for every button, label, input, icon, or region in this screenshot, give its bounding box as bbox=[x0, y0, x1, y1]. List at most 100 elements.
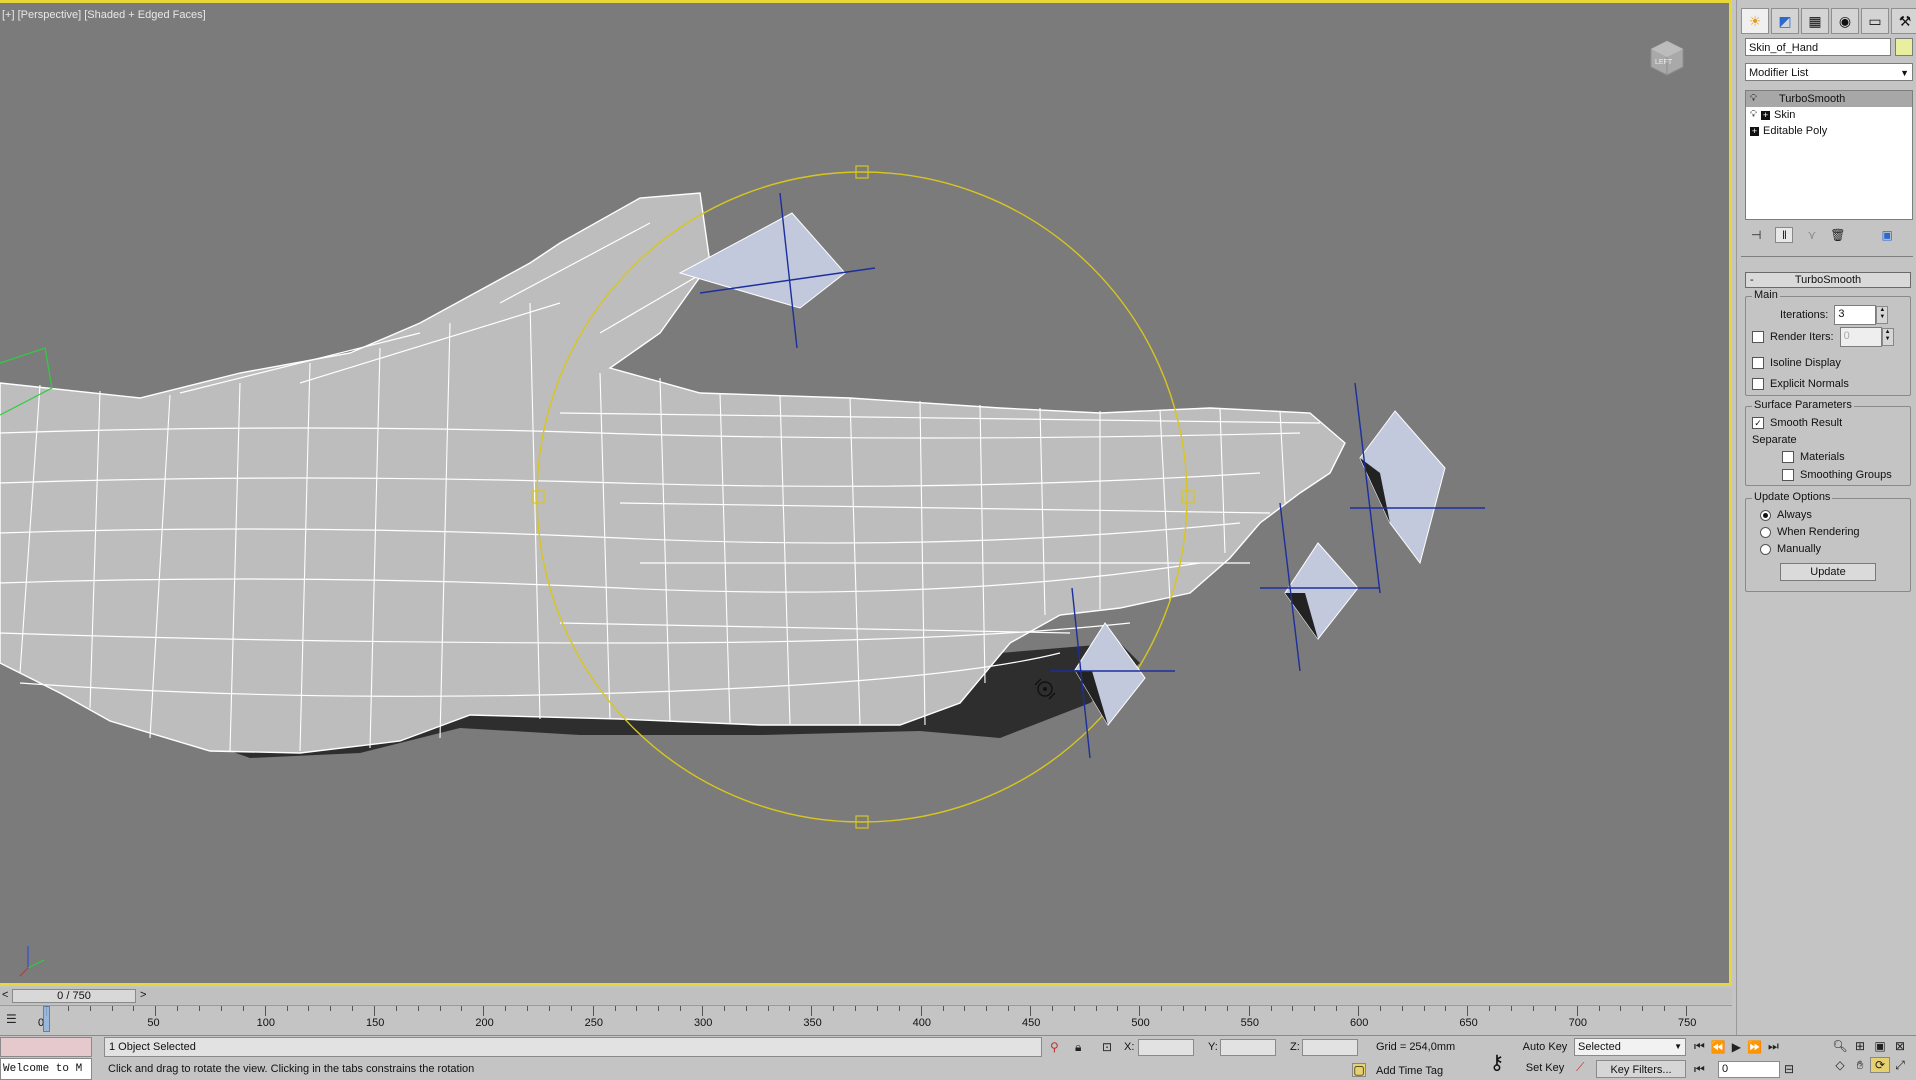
time-prev-button[interactable]: < bbox=[2, 989, 8, 1001]
minor-tick bbox=[330, 1006, 332, 1011]
add-time-tag-button[interactable]: Add Time Tag bbox=[1376, 1063, 1443, 1079]
x-coordinate-field[interactable] bbox=[1138, 1039, 1194, 1056]
modifier-stack[interactable]: 💡︎ TurboSmooth 💡︎ + Skin + Editable Poly bbox=[1745, 90, 1913, 220]
hierarchy-tab-icon[interactable]: ▦ bbox=[1801, 8, 1829, 34]
auto-key-button[interactable]: Auto Key bbox=[1520, 1038, 1570, 1057]
stack-item-turbosmooth[interactable]: 💡︎ TurboSmooth bbox=[1746, 91, 1912, 107]
maxscript-listener-input[interactable]: Welcome to M bbox=[0, 1058, 92, 1080]
smooth-result-checkbox[interactable]: ✓ bbox=[1752, 417, 1764, 429]
timeline-tick-label: 550 bbox=[1240, 1017, 1260, 1029]
expand-plus-icon[interactable]: + bbox=[1750, 126, 1759, 136]
make-unique-icon[interactable]: ⋎ bbox=[1807, 228, 1816, 242]
utilities-tab-icon[interactable]: ⚒ bbox=[1891, 8, 1916, 34]
modifier-list-dropdown[interactable]: Modifier List ▼ bbox=[1745, 63, 1913, 81]
command-panel-tabs: ☀ ◩ ▦ ◉ ▭ ⚒ bbox=[1741, 8, 1916, 34]
render-iters-checkbox[interactable] bbox=[1752, 331, 1764, 343]
render-iters-spinner-arrows[interactable]: ▲ ▼ bbox=[1881, 328, 1894, 346]
update-button[interactable]: Update bbox=[1780, 563, 1876, 581]
time-config-icon[interactable]: ⊟ bbox=[1784, 1062, 1794, 1076]
scene-canvas[interactable] bbox=[0, 3, 1729, 986]
current-frame-field[interactable]: 0 bbox=[1718, 1061, 1780, 1078]
zoom-all-icon[interactable]: ⊞ bbox=[1850, 1039, 1870, 1053]
smoothing-groups-checkbox[interactable] bbox=[1782, 469, 1794, 481]
update-always-row[interactable]: Always bbox=[1760, 507, 1812, 523]
pin-stack-icon[interactable]: ⊣ bbox=[1751, 228, 1761, 242]
update-when-rendering-row[interactable]: When Rendering bbox=[1760, 524, 1860, 540]
materials-checkbox[interactable] bbox=[1782, 451, 1794, 463]
expand-plus-icon[interactable]: + bbox=[1761, 110, 1770, 120]
field-of-view-icon[interactable]: ◇ bbox=[1830, 1057, 1850, 1073]
manually-radio[interactable] bbox=[1760, 543, 1771, 555]
set-key-button[interactable]: Set Key bbox=[1520, 1059, 1570, 1078]
render-iters-spinner[interactable]: 0 bbox=[1839, 327, 1882, 347]
stack-item-skin[interactable]: 💡︎ + Skin bbox=[1746, 107, 1912, 123]
iterations-label: Iterations: bbox=[1780, 309, 1829, 321]
motion-tab-icon[interactable]: ◉ bbox=[1831, 8, 1859, 34]
pan-view-icon[interactable]: ✋︎ bbox=[1850, 1057, 1870, 1073]
time-slider-bar[interactable]: < 0 / 750 > bbox=[0, 988, 1732, 1004]
key-mode-dropdown[interactable]: Selected ▼ bbox=[1574, 1038, 1686, 1056]
mini-curve-editor-icon[interactable]: ☰ bbox=[6, 1012, 17, 1026]
zoom-extents-all-icon[interactable]: ⊠ bbox=[1890, 1039, 1910, 1053]
default-tangent-icon[interactable]: ⟋ bbox=[1576, 1060, 1584, 1075]
go-to-end-icon[interactable]: ⏭ bbox=[1768, 1039, 1779, 1054]
minor-tick bbox=[1030, 1006, 1031, 1016]
iterations-spinner[interactable]: 3 bbox=[1834, 305, 1877, 325]
remove-modifier-icon[interactable]: 🗑︎ bbox=[1830, 228, 1845, 242]
selection-lock-icon[interactable]: 🔒︎ bbox=[1075, 1040, 1081, 1055]
iterations-spinner-arrows[interactable]: ▲ ▼ bbox=[1876, 306, 1889, 324]
key-filters-button[interactable]: Key Filters... bbox=[1596, 1060, 1686, 1078]
set-key-icon[interactable]: ⚷ bbox=[1480, 1046, 1514, 1078]
minor-tick bbox=[286, 1006, 288, 1011]
minor-tick bbox=[264, 1006, 266, 1016]
surface-parameters-group: Surface Parameters ✓ Smooth Result Separ… bbox=[1745, 399, 1911, 486]
create-tab-icon[interactable]: ☀ bbox=[1741, 8, 1769, 34]
track-ruler[interactable]: 0 50 100 150 200 250 300 350 400 450 500 550 600 650 7… bbox=[38, 1006, 1696, 1034]
time-tag-icon[interactable]: ▢ bbox=[1352, 1063, 1366, 1077]
turbosmooth-rollout-header[interactable]: - TurboSmooth bbox=[1745, 272, 1911, 288]
always-radio[interactable] bbox=[1760, 509, 1771, 521]
maximize-viewport-icon[interactable]: ⤢ bbox=[1890, 1057, 1910, 1073]
isoline-checkbox[interactable] bbox=[1752, 357, 1764, 369]
timeline-tick-label: 750 bbox=[1678, 1017, 1697, 1029]
lightbulb-icon[interactable]: 💡︎ bbox=[1750, 91, 1757, 107]
go-to-start-icon[interactable]: ⏮ bbox=[1694, 1039, 1705, 1054]
current-time-marker[interactable] bbox=[43, 1006, 50, 1032]
axis-tripod-icon bbox=[19, 946, 45, 977]
time-slider-thumb[interactable]: 0 / 750 bbox=[12, 989, 136, 1003]
time-next-button[interactable]: > bbox=[140, 989, 146, 1001]
z-coordinate-field[interactable] bbox=[1302, 1039, 1358, 1056]
object-name-field[interactable]: Skin_of_Hand bbox=[1745, 38, 1891, 56]
modify-tab-icon[interactable]: ◩ bbox=[1771, 8, 1799, 34]
zoom-icon[interactable]: 🔍︎ bbox=[1830, 1039, 1850, 1053]
update-manually-row[interactable]: Manually bbox=[1760, 541, 1821, 557]
previous-frame-icon[interactable]: ⏪ bbox=[1711, 1039, 1726, 1054]
display-tab-icon[interactable]: ▭ bbox=[1861, 8, 1889, 34]
show-end-result-icon[interactable]: ‖ bbox=[1775, 227, 1794, 243]
object-color-swatch[interactable] bbox=[1895, 38, 1913, 56]
lightbulb-icon[interactable]: 💡︎ bbox=[1750, 107, 1757, 123]
smooth-result-label: Smooth Result bbox=[1770, 417, 1843, 429]
minor-tick bbox=[636, 1006, 638, 1011]
when-rendering-radio[interactable] bbox=[1760, 526, 1771, 538]
isolate-selection-icon[interactable]: ⚲ bbox=[1050, 1040, 1059, 1054]
next-frame-icon[interactable]: ⏩ bbox=[1747, 1039, 1762, 1054]
explicit-normals-checkbox[interactable] bbox=[1752, 378, 1764, 390]
viewcube-icon[interactable]: LEFT bbox=[1645, 37, 1687, 79]
absolute-mode-icon[interactable]: ⊡ bbox=[1102, 1040, 1112, 1054]
minor-tick bbox=[1598, 1006, 1600, 1011]
timeline-tick-label: 100 bbox=[256, 1017, 276, 1029]
zoom-extents-icon[interactable]: ▣ bbox=[1870, 1039, 1890, 1053]
manually-label: Manually bbox=[1777, 543, 1822, 555]
configure-sets-icon[interactable]: ▣ bbox=[1881, 228, 1892, 242]
track-bar[interactable]: ☰ 0 50 100 150 200 250 300 350 400 450 500 550 600 65… bbox=[0, 1005, 1732, 1035]
minor-tick bbox=[439, 1006, 441, 1011]
maxscript-listener-pink[interactable] bbox=[0, 1037, 92, 1057]
perspective-viewport[interactable]: [+] [Perspective] [Shaded + Edged Faces] bbox=[0, 0, 1732, 986]
minor-tick bbox=[1620, 1006, 1622, 1011]
y-coordinate-field[interactable] bbox=[1220, 1039, 1276, 1056]
key-mode-toggle-icon[interactable]: ⏮ bbox=[1694, 1062, 1705, 1077]
stack-item-editable-poly[interactable]: + Editable Poly bbox=[1746, 123, 1912, 139]
orbit-icon[interactable]: ⟳ bbox=[1870, 1057, 1890, 1073]
play-icon[interactable]: ▶ bbox=[1732, 1039, 1741, 1054]
